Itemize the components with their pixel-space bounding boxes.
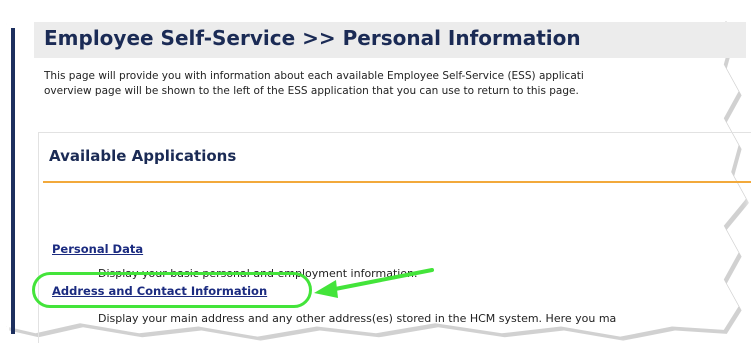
page-header: Employee Self-Service >> Personal Inform… — [34, 22, 746, 58]
intro-line-2: overview page will be shown to the left … — [44, 85, 579, 97]
green-arrow-icon — [314, 268, 434, 298]
personal-data-link[interactable]: Personal Data — [52, 242, 143, 256]
intro-text: This page will provide you with informat… — [44, 69, 744, 99]
heading-divider — [43, 181, 751, 183]
address-contact-description: Display your main address and any other … — [98, 312, 617, 325]
left-border-bar — [11, 28, 15, 334]
page-title: Employee Self-Service >> Personal Inform… — [44, 26, 581, 50]
intro-line-1: This page will provide you with informat… — [44, 70, 584, 82]
available-applications-heading: Available Applications — [49, 147, 237, 165]
green-highlight-ring — [32, 272, 312, 308]
